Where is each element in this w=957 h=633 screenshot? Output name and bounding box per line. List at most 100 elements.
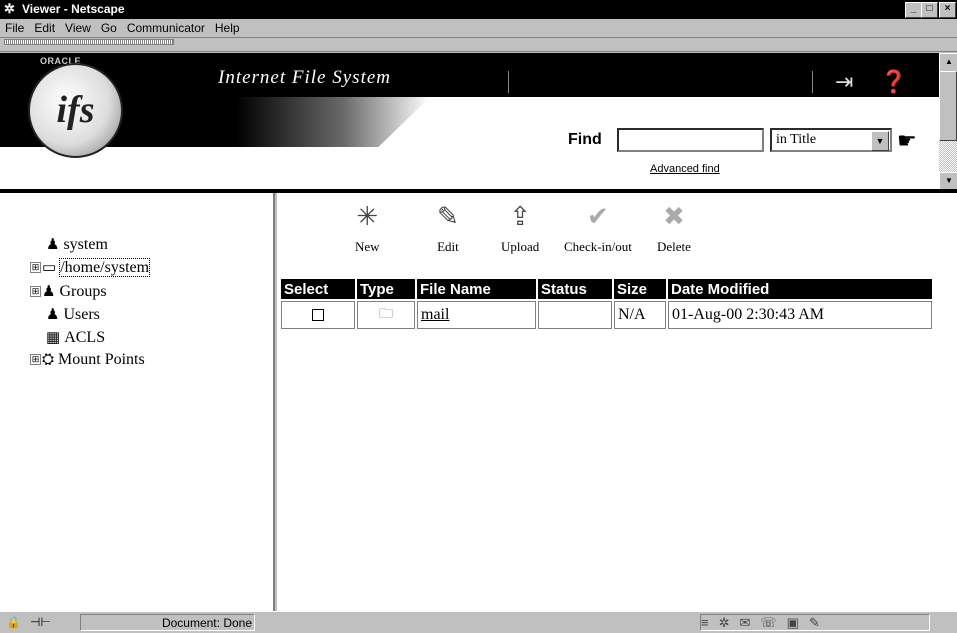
tree-item-label: Users [63,306,100,323]
column-header-size[interactable]: Size [614,279,666,299]
menu-help[interactable]: Help [210,19,245,35]
connection-icon: ⊣⊢ [30,615,51,629]
acl-icon: ▦ [46,330,61,346]
dropdown-arrow-icon[interactable]: ▼ [871,131,889,151]
edit-icon: ✎ [437,202,459,231]
new-icon: ✳ [356,202,379,231]
advanced-find-link[interactable]: Advanced find [650,163,720,175]
scroll-up-button[interactable]: ▲ [939,53,957,72]
status-cell [538,301,612,329]
menu-file[interactable]: File [0,19,29,35]
user-icon: ♟ [46,237,60,253]
close-button[interactable]: × [939,2,956,18]
expand-icon[interactable]: ⊞ [30,286,41,297]
edit-icon[interactable]: ✎ [809,615,830,630]
folder-icon: 🗀 [379,307,393,322]
menu-edit[interactable]: Edit [29,19,60,35]
netscape-app-icon: ✲ [4,1,15,16]
banner-top-band [0,53,939,97]
composer-icon[interactable]: ▣ [787,615,809,630]
tree-item-label: Mount Points [58,351,145,368]
find-input[interactable] [617,128,764,152]
security-lock-icon[interactable]: 🔒 [6,615,21,629]
exit-icon[interactable]: ⇥ [835,69,853,95]
edit-button[interactable]: ✎ Edit [437,199,459,255]
find-go-button[interactable]: ☛ [897,128,917,154]
size-cell: N/A [614,301,666,329]
table-row: 🗀 mail N/A 01-Aug-00 2:30:43 AM [281,301,932,329]
find-scope-select[interactable]: in Title ▼ [770,128,892,152]
toolbar-grip[interactable] [4,39,174,45]
upload-icon: ⇪ [509,202,532,231]
menu-view[interactable]: View [60,19,96,35]
status-bar: 🔒 ⊣⊢ Document: Done ≡✲✉☏▣✎ [0,611,957,633]
banner-separator [508,71,509,93]
ifs-logo: ifs [28,63,123,158]
column-header-status[interactable]: Status [538,279,612,299]
tree-item-label: ACLS [64,329,106,346]
discussion-icon[interactable]: ☏ [760,615,786,630]
expand-icon[interactable]: ⊞ [30,262,41,273]
checkin-out-button[interactable]: ✔ Check-in/out [564,199,632,255]
navigation-tree: ♟ system ⊞ ▭/home/system ⊞ ♟ Groups ♟ Users ▦… [0,193,275,611]
folder-icon: ▭ [42,260,57,276]
column-header-date-modified[interactable]: Date Modified [668,279,932,299]
tree-item-acls[interactable]: ▦ ACLS [46,328,105,347]
upload-label: Upload [501,239,540,254]
group-icon: ♟ [42,284,56,300]
file-name-cell: mail [417,301,536,329]
maximize-button[interactable]: □ [921,2,938,18]
new-label: New [355,239,380,254]
menu-communicator[interactable]: Communicator [122,19,210,35]
delete-label: Delete [657,239,691,254]
select-cell [281,301,355,329]
column-header-select[interactable]: Select [281,279,355,299]
type-cell: 🗀 [357,301,415,329]
column-header-type[interactable]: Type [357,279,415,299]
netscape-icon[interactable]: ✲ [719,615,740,630]
minimize-button[interactable]: _ [905,2,922,18]
checkin-out-icon: ✔ [587,202,609,231]
navigator-icon[interactable]: ≡ [701,615,719,630]
date-modified-cell: 01-Aug-00 2:30:43 AM [668,301,932,329]
toolbar-strip [0,46,957,52]
ifs-banner: ORACLE ifs Internet File System ⇥ ❓ Find… [0,53,939,189]
mount-point-icon: ⛭ [42,352,55,368]
find-scope-value: in Title [776,132,817,147]
help-icon[interactable]: ❓ [880,69,907,95]
expand-icon[interactable]: ⊞ [30,354,41,365]
scroll-thumb[interactable] [939,71,957,141]
banner-separator [812,71,813,93]
tree-item-groups[interactable]: ⊞ ♟ Groups [30,282,107,301]
column-header-file-name[interactable]: File Name [417,279,536,299]
window-title: Viewer - Netscape [22,2,125,16]
tree-item-label: Groups [59,283,107,300]
tree-item-users[interactable]: ♟ Users [46,305,100,324]
file-name-link[interactable]: mail [421,306,449,323]
file-table: Select Type File Name Status Size Date M… [279,277,934,331]
menu-bar: File Edit View Go Communicator Help [0,19,957,38]
select-checkbox[interactable] [312,309,324,322]
edit-label: Edit [437,239,459,254]
banner-scrollbar[interactable]: ▲ ▼ [939,53,957,191]
find-label: Find [568,131,602,148]
component-bar: ≡✲✉☏▣✎ [700,614,930,631]
users-icon: ♟ [46,307,60,323]
menu-go[interactable]: Go [96,19,122,35]
tree-item-system[interactable]: ♟ system [46,235,108,254]
delete-button[interactable]: ✖ Delete [657,199,691,255]
product-title: Internet File System [218,67,392,88]
status-text: Document: Done [80,614,255,631]
mail-icon[interactable]: ✉ [740,615,761,630]
table-header-row: Select Type File Name Status Size Date M… [281,279,932,299]
checkin-out-label: Check-in/out [564,239,632,254]
tree-item-home-system[interactable]: ⊞ ▭/home/system [30,258,151,277]
tree-item-label: system [63,236,108,253]
delete-icon: ✖ [663,202,685,231]
new-button[interactable]: ✳ New [355,199,380,255]
upload-button[interactable]: ⇪ Upload [501,199,539,255]
tree-item-mount-points[interactable]: ⊞ ⛭ Mount Points [30,351,145,369]
title-bar: ✲ Viewer - Netscape _ □ × [0,0,957,19]
tree-item-label: /home/system [59,258,151,277]
content-pane: ✳ New ✎ Edit ⇪ Upload ✔ Check-in/out ✖ D… [277,193,957,611]
